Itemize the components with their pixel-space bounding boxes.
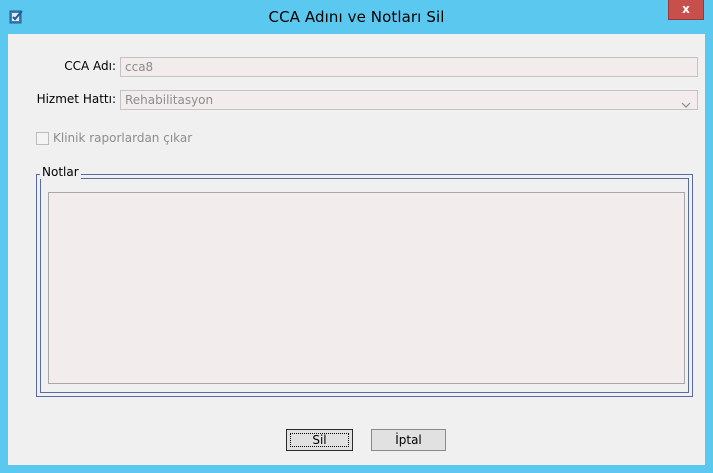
window-title: CCA Adını ve Notları Sil: [268, 8, 445, 26]
title-bar[interactable]: CCA Adını ve Notları Sil x: [0, 0, 713, 34]
chevron-down-icon[interactable]: [681, 96, 691, 108]
notes-group-title: Notlar: [40, 165, 81, 179]
focus-ring: [290, 433, 349, 447]
dialog-content: CCA Adı: cca8 Hizmet Hattı: Rehabilitasy…: [8, 34, 705, 465]
service-line-value: Rehabilitasyon: [125, 93, 214, 107]
service-line-select[interactable]: Rehabilitasyon: [120, 90, 698, 110]
exclude-clinical-reports-label: Klinik raporlardan çıkar: [53, 131, 193, 145]
exclude-clinical-reports-checkbox[interactable]: [36, 132, 49, 145]
cca-name-field[interactable]: cca8: [120, 57, 698, 77]
cca-name-label: CCA Adı:: [64, 59, 116, 73]
dialog-window: CCA Adını ve Notları Sil x CCA Adı: cca8…: [0, 0, 713, 473]
cancel-button[interactable]: İptal: [371, 429, 446, 451]
notes-textarea[interactable]: [48, 192, 685, 384]
cancel-button-label: İptal: [395, 433, 422, 447]
delete-button[interactable]: Sil: [286, 429, 353, 451]
close-button[interactable]: x: [668, 0, 704, 20]
service-line-label: Hizmet Hattı:: [36, 92, 116, 106]
